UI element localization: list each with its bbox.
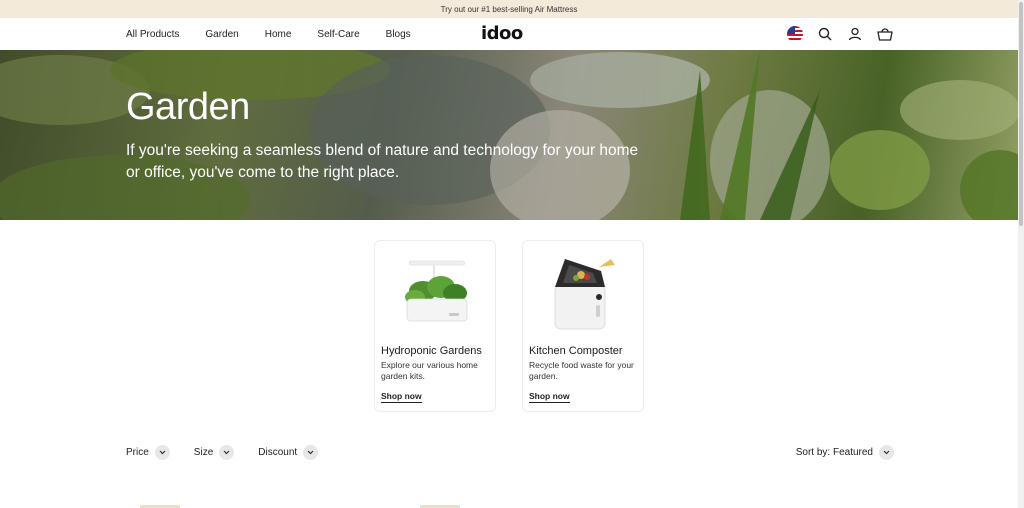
hero-title: Garden (126, 86, 250, 128)
nav-link-all-products[interactable]: All Products (126, 29, 179, 40)
nav-link-self-care[interactable]: Self-Care (317, 29, 359, 40)
us-flag-icon[interactable] (786, 25, 804, 43)
shop-now-link[interactable]: Shop now (529, 391, 570, 403)
nav-icons (774, 18, 894, 50)
kitchen-composter-image (554, 259, 615, 330)
hydroponic-garden-image (405, 260, 468, 322)
nav-link-garden[interactable]: Garden (205, 29, 238, 40)
card-description: Explore our various home garden kits. (381, 360, 478, 381)
sort-dropdown[interactable]: Sort by: Featured (796, 444, 894, 460)
collection-card-kitchen-composter[interactable]: Kitchen Composter Recycle food waste for… (522, 240, 644, 412)
shop-now-link[interactable]: Shop now (381, 391, 422, 403)
filter-discount[interactable]: Discount (258, 444, 319, 460)
filter-label: Discount (258, 446, 298, 458)
nav-link-blogs[interactable]: Blogs (386, 29, 411, 40)
cart-icon[interactable] (876, 25, 894, 43)
card-title: Hydroponic Gardens (381, 345, 482, 357)
announcement-text[interactable]: Try out our #1 best-selling Air Mattress (441, 5, 578, 14)
collection-card-hydroponic-gardens[interactable]: Hydroponic Gardens Explore our various h… (374, 240, 496, 412)
filter-size[interactable]: Size (193, 444, 235, 460)
account-icon[interactable] (846, 25, 864, 43)
filter-label: Size (193, 446, 214, 458)
filter-price[interactable]: Price (126, 444, 170, 460)
filter-bar: Price Size Discount (126, 444, 342, 460)
card-description: Recycle food waste for your garden. (529, 360, 634, 381)
chevron-down-icon[interactable] (219, 444, 235, 460)
nav-links: All Products Garden Home Self-Care Blogs (126, 18, 437, 50)
nav-link-home[interactable]: Home (265, 29, 292, 40)
announcement-bar: Try out our #1 best-selling Air Mattress (0, 0, 1018, 18)
chevron-down-icon[interactable] (879, 444, 894, 460)
chevron-down-icon[interactable] (303, 444, 319, 460)
hero-subtitle: If you're seeking a seamless blend of na… (126, 142, 639, 181)
filter-label: Price (126, 446, 149, 458)
hero-banner: Garden If you're seeking a seamless blen… (0, 50, 1018, 220)
site-logo[interactable]: idoo (481, 23, 523, 45)
sort-label: Sort by: Featured (795, 446, 873, 458)
chevron-down-icon[interactable] (154, 444, 170, 460)
page-scrollbar[interactable] (1018, 0, 1024, 508)
scrollbar-thumb[interactable] (1019, 2, 1023, 226)
main-navbar: All Products Garden Home Self-Care Blogs… (0, 18, 1018, 50)
card-title: Kitchen Composter (529, 345, 623, 357)
search-icon[interactable] (816, 25, 834, 43)
